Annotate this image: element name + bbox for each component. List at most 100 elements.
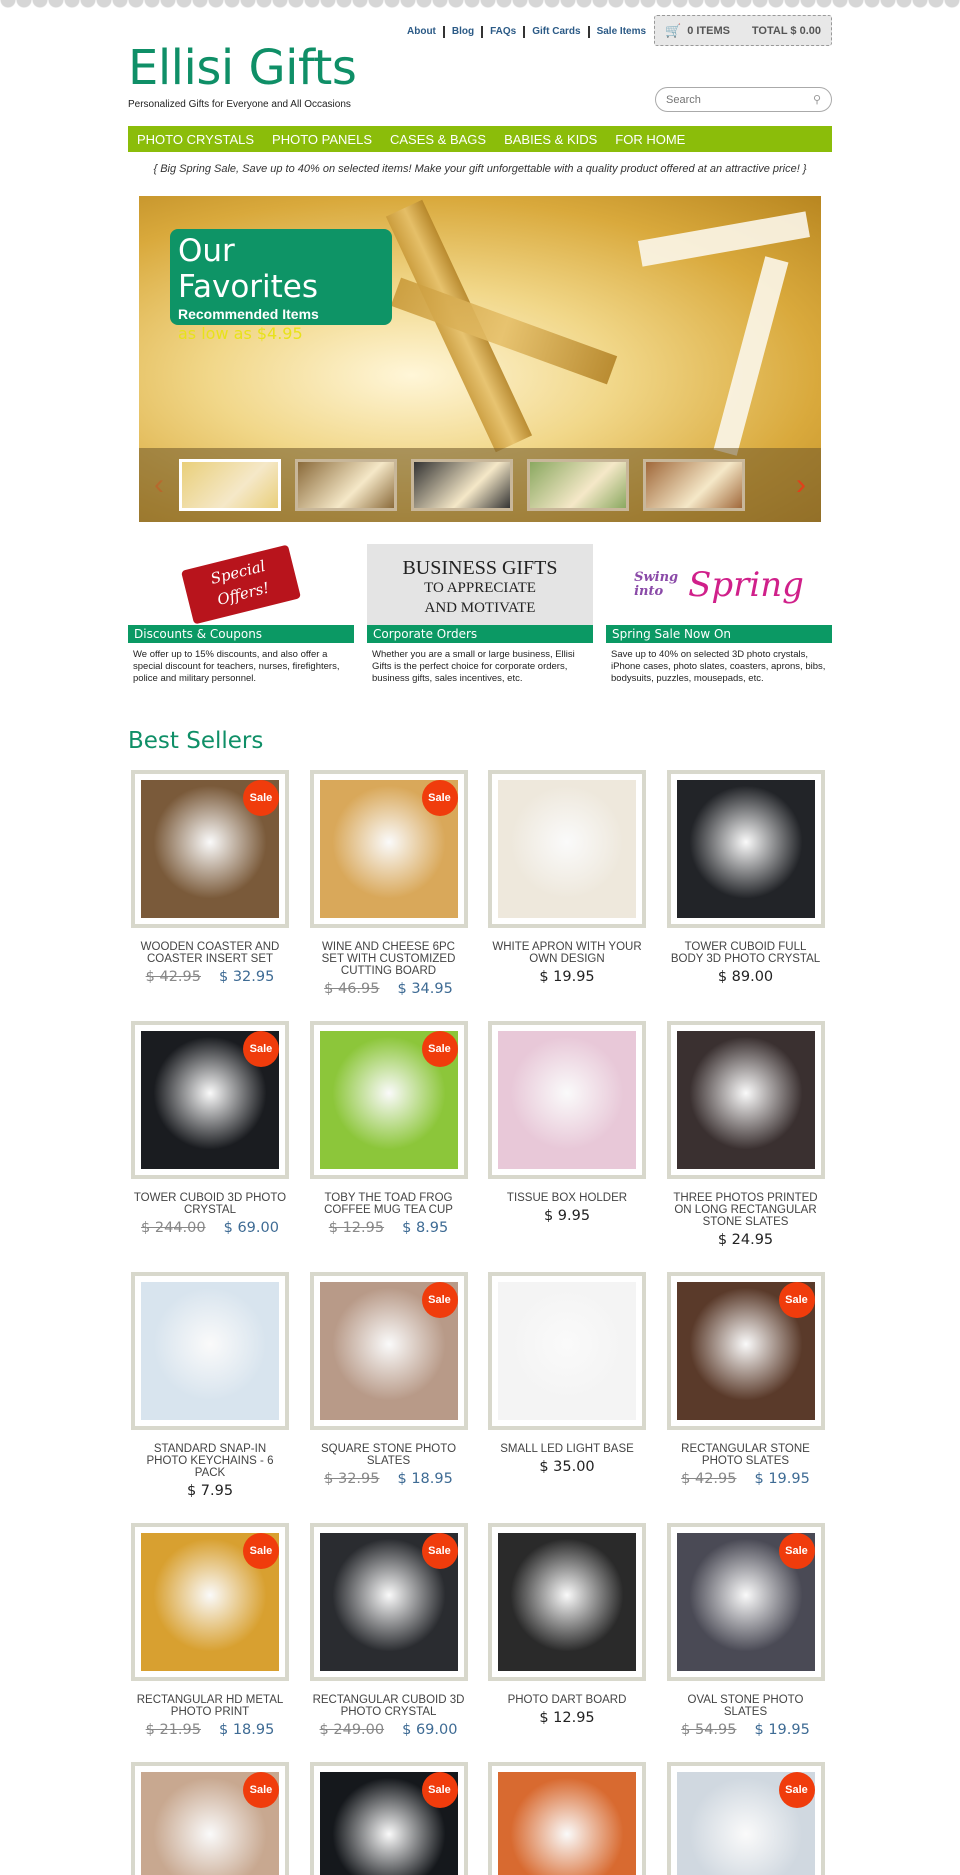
slider-thumbnail[interactable]: [179, 459, 281, 511]
search-icon[interactable]: ⚲: [813, 93, 821, 106]
link-faqs[interactable]: FAQs: [481, 26, 523, 38]
product-name[interactable]: TOWER CUBOID 3D PHOTO CRYSTAL: [131, 1192, 289, 1216]
product-image[interactable]: [666, 1021, 825, 1179]
callout-price: as low as $4.95: [178, 324, 303, 343]
product-name[interactable]: OVAL STONE PHOTO SLATES: [667, 1694, 825, 1718]
product-name[interactable]: SQUARE STONE PHOTO SLATES: [310, 1443, 468, 1467]
sale-badge: Sale: [421, 1772, 458, 1808]
product-photo: [141, 1282, 279, 1420]
product-name[interactable]: SMALL LED LIGHT BASE: [488, 1443, 646, 1455]
product-card[interactable]: Sale TOWER CUBOID 3D PHOTO CRYSTAL $ 244.0…: [131, 1021, 289, 1248]
product-image[interactable]: Sale: [666, 1762, 825, 1875]
product-prices: $ 12.95: [488, 1710, 646, 1726]
product-name[interactable]: RECTANGULAR STONE PHOTO SLATES: [667, 1443, 825, 1467]
product-name[interactable]: RECTANGULAR HD METAL PHOTO PRINT: [131, 1694, 289, 1718]
price: $ 89.00: [717, 969, 774, 985]
ribbon-shape: [390, 277, 618, 385]
product-image[interactable]: Sale: [131, 1021, 289, 1179]
product-card[interactable]: PHOTO DART BOARD $ 12.95: [488, 1523, 646, 1738]
product-card[interactable]: Sale RECTANGULAR HD METAL PHOTO PRINT $ 21…: [131, 1523, 289, 1738]
product-name[interactable]: PHOTO DART BOARD: [488, 1694, 646, 1706]
nav-babies-kids[interactable]: BABIES & KIDS: [504, 132, 597, 147]
nav-for-home[interactable]: FOR HOME: [615, 132, 685, 147]
product-name[interactable]: WHITE APRON WITH YOUR OWN DESIGN: [488, 941, 646, 965]
product-card[interactable]: Sale RECTANGULAR CUBOID 3D PHOTO CRYSTAL $…: [309, 1523, 468, 1738]
product-image[interactable]: Sale: [666, 1523, 825, 1681]
product-image[interactable]: Sale: [309, 1021, 468, 1179]
nav-photo-crystals[interactable]: PHOTO CRYSTALS: [137, 132, 254, 147]
product-card[interactable]: Sale SQUARE STONE PHOTO SLATES $ 32.95 $ 18…: [309, 1272, 468, 1499]
feature-spring[interactable]: Swing into Spring Spring Sale Now On Sav…: [606, 544, 832, 685]
nav-cases-bags[interactable]: CASES & BAGS: [390, 132, 486, 147]
sale-badge: Sale: [778, 1772, 815, 1808]
product-prices: $ 244.00 $ 69.00: [131, 1220, 289, 1236]
product-card[interactable]: Sale WOODEN COASTER AND COASTER INSERT SE…: [131, 770, 289, 997]
product-image[interactable]: Sale: [666, 1272, 825, 1430]
product-image[interactable]: Sale: [309, 1762, 468, 1875]
thumbnail-strip: ‹ ›: [139, 448, 821, 522]
product-name[interactable]: WOODEN COASTER AND COASTER INSERT SET: [131, 941, 289, 965]
product-card[interactable]: STANDARD SNAP-IN PHOTO KEYCHAINS - 6 PAC…: [131, 1272, 289, 1499]
product-card[interactable]: Sale: [309, 1762, 468, 1875]
hero-slider[interactable]: Our Favorites Recommended Items as low a…: [139, 196, 821, 522]
search-input[interactable]: [666, 93, 813, 106]
product-name[interactable]: STANDARD SNAP-IN PHOTO KEYCHAINS - 6 PAC…: [131, 1443, 289, 1479]
product-image[interactable]: Sale: [309, 770, 468, 928]
prev-arrow-icon[interactable]: ‹: [139, 468, 179, 502]
product-image[interactable]: [488, 1523, 646, 1681]
price: $ 19.95: [539, 969, 595, 985]
product-image[interactable]: [488, 1021, 646, 1179]
product-prices: $ 35.00: [488, 1459, 646, 1475]
product-image[interactable]: [488, 770, 646, 928]
link-gift-cards[interactable]: Gift Cards: [523, 26, 587, 38]
product-card[interactable]: Sale: [666, 1762, 825, 1875]
link-sale-items[interactable]: Sale Items: [587, 26, 653, 38]
business-gifts-image: BUSINESS GIFTS TO APPRECIATE AND MOTIVAT…: [367, 544, 593, 625]
product-card[interactable]: SMALL LED LIGHT BASE $ 35.00: [488, 1272, 646, 1499]
cart-button[interactable]: 🛒 0 ITEMS TOTAL $ 0.00: [654, 15, 832, 46]
nav-photo-panels[interactable]: PHOTO PANELS: [272, 132, 372, 147]
product-image[interactable]: [666, 770, 825, 928]
slider-thumbnail[interactable]: [411, 459, 513, 511]
product-card[interactable]: Sale OVAL STONE PHOTO SLATES $ 54.95 $ 19.9…: [666, 1523, 825, 1738]
product-name[interactable]: THREE PHOTOS PRINTED ON LONG RECTANGULAR…: [667, 1192, 825, 1228]
next-arrow-icon[interactable]: ›: [781, 468, 821, 502]
favorites-callout[interactable]: Our Favorites Recommended Items as low a…: [170, 229, 392, 343]
product-card[interactable]: TISSUE BOX HOLDER $ 9.95: [488, 1021, 646, 1248]
product-name[interactable]: RECTANGULAR CUBOID 3D PHOTO CRYSTAL: [310, 1694, 468, 1718]
original-price: $ 42.95: [681, 1471, 737, 1487]
product-card[interactable]: [488, 1762, 646, 1875]
product-name[interactable]: WINE AND CHEESE 6PC SET WITH CUSTOMIZED …: [310, 941, 468, 977]
product-card[interactable]: Sale WINE AND CHEESE 6PC SET WITH CUSTOMI…: [309, 770, 468, 997]
product-image[interactable]: [488, 1272, 646, 1430]
slider-thumbnail[interactable]: [643, 459, 745, 511]
feature-discounts[interactable]: Special Offers! Discounts & Coupons We o…: [128, 544, 354, 685]
slider-thumbnail[interactable]: [295, 459, 397, 511]
product-image[interactable]: [131, 1272, 289, 1430]
product-card[interactable]: TOWER CUBOID FULL BODY 3D PHOTO CRYSTAL $…: [666, 770, 825, 997]
product-image[interactable]: Sale: [131, 1523, 289, 1681]
product-image[interactable]: Sale: [131, 1762, 289, 1875]
slider-thumbnail[interactable]: [527, 459, 629, 511]
feature-corporate[interactable]: BUSINESS GIFTS TO APPRECIATE AND MOTIVAT…: [367, 544, 593, 685]
product-image[interactable]: Sale: [309, 1523, 468, 1681]
link-blog[interactable]: Blog: [442, 26, 481, 38]
white-ribbon-shape: [713, 256, 789, 456]
product-card[interactable]: Sale RECTANGULAR STONE PHOTO SLATES $ 42.9…: [666, 1272, 825, 1499]
product-name[interactable]: TOBY THE TOAD FROG COFFEE MUG TEA CUP: [310, 1192, 468, 1216]
product-image[interactable]: [488, 1762, 646, 1875]
product-card[interactable]: Sale: [131, 1762, 289, 1875]
product-card[interactable]: WHITE APRON WITH YOUR OWN DESIGN $ 19.95: [488, 770, 646, 997]
link-about[interactable]: About: [400, 26, 443, 38]
logo[interactable]: Ellisi Gifts: [128, 40, 357, 96]
product-name[interactable]: TOWER CUBOID FULL BODY 3D PHOTO CRYSTAL: [667, 941, 825, 965]
product-image[interactable]: Sale: [309, 1272, 468, 1430]
product-prices: $ 42.95 $ 19.95: [667, 1471, 825, 1487]
product-card[interactable]: THREE PHOTOS PRINTED ON LONG RECTANGULAR…: [666, 1021, 825, 1248]
main-nav: PHOTO CRYSTALS PHOTO PANELS CASES & BAGS…: [128, 126, 832, 152]
product-card[interactable]: Sale TOBY THE TOAD FROG COFFEE MUG TEA CU…: [309, 1021, 468, 1248]
product-name[interactable]: TISSUE BOX HOLDER: [488, 1192, 646, 1204]
product-image[interactable]: Sale: [131, 770, 289, 928]
original-price: $ 12.95: [328, 1220, 385, 1236]
price: $ 35.00: [539, 1459, 595, 1475]
